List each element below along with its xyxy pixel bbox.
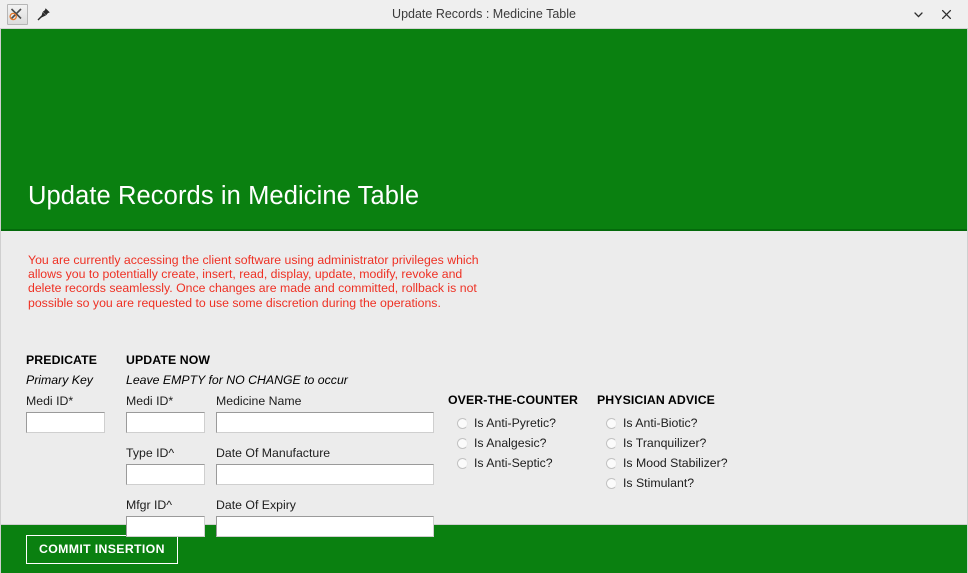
update-type-id-label: Type ID^ <box>126 446 175 460</box>
window-frame: Update Records in Medicine Table You are… <box>0 29 968 573</box>
date-of-manufacture-group: Date Of Manufacture <box>216 446 441 485</box>
over-the-counter-column: OVER-THE-COUNTER Is Anti-Pyretic? Is Ana… <box>448 393 593 473</box>
radio-label: Is Tranquilizer? <box>623 436 707 450</box>
radio-circle-icon[interactable] <box>606 477 617 489</box>
radio-is-tranquilizer[interactable]: Is Tranquilizer? <box>606 433 772 453</box>
radio-circle-icon[interactable] <box>606 437 617 449</box>
radio-circle-icon[interactable] <box>457 457 468 469</box>
radio-is-analgesic[interactable]: Is Analgesic? <box>457 433 593 453</box>
update-medi-id-label: Medi ID* <box>126 394 174 408</box>
medicine-name-group: Medicine Name <box>216 394 441 433</box>
physician-advice-heading: PHYSICIAN ADVICE <box>597 393 715 407</box>
update-type-id-group: Type ID^ <box>126 446 211 485</box>
radio-is-anti-biotic[interactable]: Is Anti-Biotic? <box>606 413 772 433</box>
radio-is-anti-pyretic[interactable]: Is Anti-Pyretic? <box>457 413 593 433</box>
update-mfgr-id-input[interactable] <box>126 516 205 537</box>
date-of-expiry-label: Date Of Expiry <box>216 498 296 512</box>
medicine-name-input[interactable] <box>216 412 434 433</box>
radio-is-stimulant[interactable]: Is Stimulant? <box>606 473 772 493</box>
radio-label: Is Anti-Pyretic? <box>474 416 557 430</box>
predicate-heading: PREDICATE <box>26 353 98 367</box>
page-banner: Update Records in Medicine Table <box>1 29 967 231</box>
date-of-manufacture-input[interactable] <box>216 464 434 485</box>
pushpin-icon[interactable] <box>36 6 52 22</box>
admin-warning-text: You are currently accessing the client s… <box>28 253 479 310</box>
update-right-fields: Medicine Name Date Of Manufacture Date O… <box>216 394 441 537</box>
date-of-expiry-input[interactable] <box>216 516 434 537</box>
update-left-fields: Medi ID* Type ID^ Mfgr ID^ <box>126 394 211 537</box>
update-mfgr-id-group: Mfgr ID^ <box>126 498 211 537</box>
radio-is-anti-septic[interactable]: Is Anti-Septic? <box>457 453 593 473</box>
page-title: Update Records in Medicine Table <box>28 182 420 210</box>
chevron-down-icon[interactable] <box>909 5 927 23</box>
radio-label: Is Anti-Septic? <box>474 456 553 470</box>
update-column: UPDATE NOW Leave EMPTY for NO CHANGE to … <box>126 353 441 537</box>
update-mfgr-id-label: Mfgr ID^ <box>126 498 173 512</box>
app-cancel-icon[interactable] <box>7 3 28 25</box>
content-area: You are currently accessing the client s… <box>1 231 967 537</box>
update-type-id-input[interactable] <box>126 464 205 485</box>
title-bar: Update Records : Medicine Table <box>0 0 968 29</box>
radio-label: Is Mood Stabilizer? <box>623 456 728 470</box>
predicate-subheading: Primary Key <box>26 373 93 387</box>
radio-circle-icon[interactable] <box>457 437 468 449</box>
medicine-name-label: Medicine Name <box>216 394 302 408</box>
radio-circle-icon[interactable] <box>457 417 468 429</box>
commit-insertion-button[interactable]: COMMIT INSERTION <box>26 534 178 564</box>
predicate-column: PREDICATE Primary Key Medi ID* <box>26 353 121 433</box>
radio-circle-icon[interactable] <box>606 417 617 429</box>
update-heading: UPDATE NOW <box>126 353 211 367</box>
radio-label: Is Stimulant? <box>623 476 695 490</box>
predicate-medi-id-input[interactable] <box>26 412 105 433</box>
application-window: Update Records : Medicine Table Update R… <box>0 0 968 573</box>
date-of-manufacture-label: Date Of Manufacture <box>216 446 331 460</box>
date-of-expiry-group: Date Of Expiry <box>216 498 441 537</box>
radio-is-mood-stabilizer[interactable]: Is Mood Stabilizer? <box>606 453 772 473</box>
close-icon[interactable] <box>937 5 955 23</box>
update-medi-id-group: Medi ID* <box>126 394 211 433</box>
physician-advice-column: PHYSICIAN ADVICE Is Anti-Biotic? Is Tran… <box>597 393 772 493</box>
over-the-counter-heading: OVER-THE-COUNTER <box>448 393 579 407</box>
window-title: Update Records : Medicine Table <box>392 7 576 21</box>
predicate-medi-id-label: Medi ID* <box>26 394 74 408</box>
radio-label: Is Anti-Biotic? <box>623 416 698 430</box>
update-subheading: Leave EMPTY for NO CHANGE to occur <box>126 373 348 387</box>
radio-circle-icon[interactable] <box>606 457 617 469</box>
title-bar-left-icons <box>0 3 52 25</box>
radio-label: Is Analgesic? <box>474 436 547 450</box>
window-controls <box>909 5 968 23</box>
update-medi-id-input[interactable] <box>126 412 205 433</box>
